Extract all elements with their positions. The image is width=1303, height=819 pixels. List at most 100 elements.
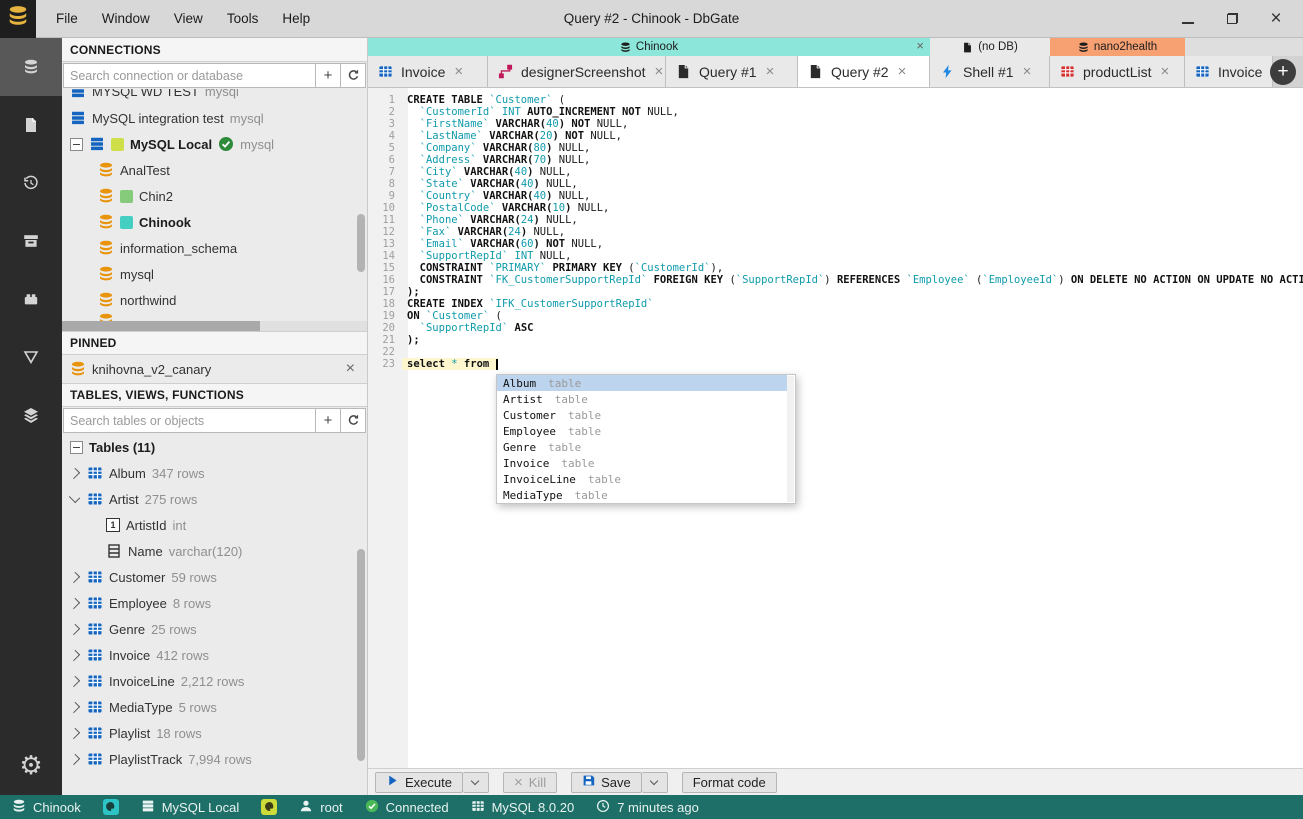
chevron-down-icon[interactable]: [68, 491, 81, 504]
connection-item-mysql-integration-test[interactable]: MySQL integration test mysql: [62, 105, 367, 131]
autocomplete-item-customer[interactable]: Customer table: [497, 407, 787, 423]
autocomplete-item-genre[interactable]: Genre table: [497, 439, 787, 455]
close-group-button[interactable]: ×: [916, 38, 924, 53]
autocomplete-item-employee[interactable]: Employee table: [497, 423, 787, 439]
close-tab-button[interactable]: ×: [898, 63, 907, 80]
table-row-customer[interactable]: Customer 59 rows: [62, 564, 367, 590]
table-row-artist[interactable]: Artist 275 rows: [62, 486, 367, 512]
nav-file[interactable]: [0, 96, 62, 154]
unpin-button[interactable]: ×: [346, 360, 355, 378]
connection-item-mysql-wd-test[interactable]: MYSQL WD TEST mysql: [62, 89, 367, 105]
nav-settings[interactable]: ⚙: [0, 737, 62, 795]
close-button[interactable]: ×: [1269, 9, 1283, 28]
server-color-badge[interactable]: [261, 799, 278, 815]
autocomplete-item-invoice[interactable]: Invoice table: [497, 455, 787, 471]
collapse-box-icon[interactable]: [70, 137, 83, 151]
connection-item-chinook[interactable]: Chinook: [62, 209, 367, 235]
chevron-right-icon[interactable]: [68, 467, 81, 479]
nav-history[interactable]: [0, 154, 62, 212]
add-object-button[interactable]: +: [316, 408, 341, 433]
autocomplete-scrollbar[interactable]: [787, 376, 794, 502]
nav-query-designer[interactable]: [0, 328, 62, 386]
table-row-album[interactable]: Album 347 rows: [62, 460, 367, 486]
status-user[interactable]: root: [299, 799, 343, 816]
refresh-objects-button[interactable]: [341, 408, 366, 433]
table-row-genre[interactable]: Genre 25 rows: [62, 616, 367, 642]
connections-search-input[interactable]: [63, 63, 316, 88]
objects-search-input[interactable]: [63, 408, 316, 433]
database-color-badge[interactable]: [102, 799, 119, 815]
close-tab-button[interactable]: ×: [766, 63, 775, 80]
autocomplete-item-artist[interactable]: Artist table: [497, 391, 787, 407]
kill-button[interactable]: × Kill: [502, 771, 558, 793]
chevron-right-icon[interactable]: [68, 675, 81, 687]
tab-group--no-db-[interactable]: (no DB): [930, 38, 1050, 56]
nav-layers[interactable]: [0, 386, 62, 444]
tables-group-row[interactable]: Tables (11): [62, 434, 367, 460]
close-tab-button[interactable]: ×: [454, 63, 463, 80]
tab-invoice[interactable]: Invoice: [1185, 56, 1273, 87]
connections-horizontal-scrollbar[interactable]: [62, 321, 367, 331]
menu-view[interactable]: View: [164, 7, 213, 30]
column-row-artistid[interactable]: 1 ArtistId int: [62, 512, 367, 538]
tab-query-1[interactable]: Query #1 ×: [666, 56, 798, 87]
tables-vertical-scrollbar[interactable]: [357, 549, 365, 761]
execute-button[interactable]: Execute: [375, 771, 463, 793]
tab-invoice[interactable]: Invoice ×: [368, 56, 488, 87]
add-connection-button[interactable]: +: [316, 63, 341, 88]
chevron-right-icon[interactable]: [68, 649, 81, 661]
menu-help[interactable]: Help: [272, 7, 320, 30]
autocomplete-item-album[interactable]: Album table: [497, 375, 787, 391]
connection-item-analtest[interactable]: AnalTest: [62, 157, 367, 183]
status-database[interactable]: Chinook: [12, 799, 81, 816]
format-code-button[interactable]: Format code: [681, 771, 777, 793]
refresh-connections-button[interactable]: [341, 63, 366, 88]
table-row-playlist[interactable]: Playlist 18 rows: [62, 720, 367, 746]
close-tab-button[interactable]: ×: [655, 63, 664, 80]
tab-group-nano2health[interactable]: nano2health: [1050, 38, 1185, 56]
connections-vertical-scrollbar[interactable]: [357, 214, 365, 272]
save-button[interactable]: Save: [571, 771, 642, 793]
table-row-employee[interactable]: Employee 8 rows: [62, 590, 367, 616]
close-tab-button[interactable]: ×: [1160, 63, 1169, 80]
table-row-invoice[interactable]: Invoice 412 rows: [62, 642, 367, 668]
status-server[interactable]: MySQL Local: [141, 799, 239, 816]
chevron-right-icon[interactable]: [68, 571, 81, 583]
tab-designerscreenshot[interactable]: designerScreenshot ×: [488, 56, 666, 87]
chevron-right-icon[interactable]: [68, 701, 81, 713]
menu-window[interactable]: Window: [92, 7, 160, 30]
tab-productlist[interactable]: productList ×: [1050, 56, 1185, 87]
connection-item-mysql[interactable]: mysql: [62, 261, 367, 287]
table-row-invoiceline[interactable]: InvoiceLine 2,212 rows: [62, 668, 367, 694]
execute-dropdown-button[interactable]: [462, 771, 489, 793]
chevron-right-icon[interactable]: [68, 623, 81, 635]
table-row-mediatype[interactable]: MediaType 5 rows: [62, 694, 367, 720]
nav-plugins[interactable]: [0, 270, 62, 328]
connection-item-information-schema[interactable]: information_schema: [62, 235, 367, 261]
connection-item-chin2[interactable]: Chin2: [62, 183, 367, 209]
nav-database[interactable]: [0, 38, 62, 96]
nav-archive[interactable]: [0, 212, 62, 270]
autocomplete-item-mediatype[interactable]: MediaType table: [497, 487, 787, 503]
close-tab-button[interactable]: ×: [1023, 63, 1032, 80]
save-dropdown-button[interactable]: [641, 771, 668, 793]
chevron-right-icon[interactable]: [68, 753, 81, 765]
menu-tools[interactable]: Tools: [217, 7, 269, 30]
tab-group-chinook[interactable]: Chinook ×: [368, 38, 930, 56]
chevron-right-icon[interactable]: [68, 727, 81, 739]
tab-shell-1[interactable]: Shell #1 ×: [930, 56, 1050, 87]
restore-button[interactable]: [1225, 12, 1239, 26]
autocomplete-item-invoiceline[interactable]: InvoiceLine table: [497, 471, 787, 487]
sql-editor[interactable]: 1 CREATE TABLE `Customer` (2 `CustomerId`…: [368, 88, 1303, 768]
table-row-playlisttrack[interactable]: PlaylistTrack 7,994 rows: [62, 746, 367, 772]
chevron-right-icon[interactable]: [68, 597, 81, 609]
tab-query-2[interactable]: Query #2 ×: [798, 56, 930, 87]
connection-item-northwind[interactable]: northwind: [62, 287, 367, 313]
new-tab-button[interactable]: +: [1270, 59, 1296, 85]
pinned-item-knihovna_v2_canary[interactable]: knihovna_v2_canary ×: [62, 355, 367, 383]
collapse-box-icon[interactable]: [70, 440, 83, 454]
connection-item-mysql-local[interactable]: MySQL Local mysql: [62, 131, 367, 157]
menu-file[interactable]: File: [46, 7, 88, 30]
column-row-name[interactable]: Name varchar(120): [62, 538, 367, 564]
minimize-button[interactable]: [1181, 12, 1195, 26]
